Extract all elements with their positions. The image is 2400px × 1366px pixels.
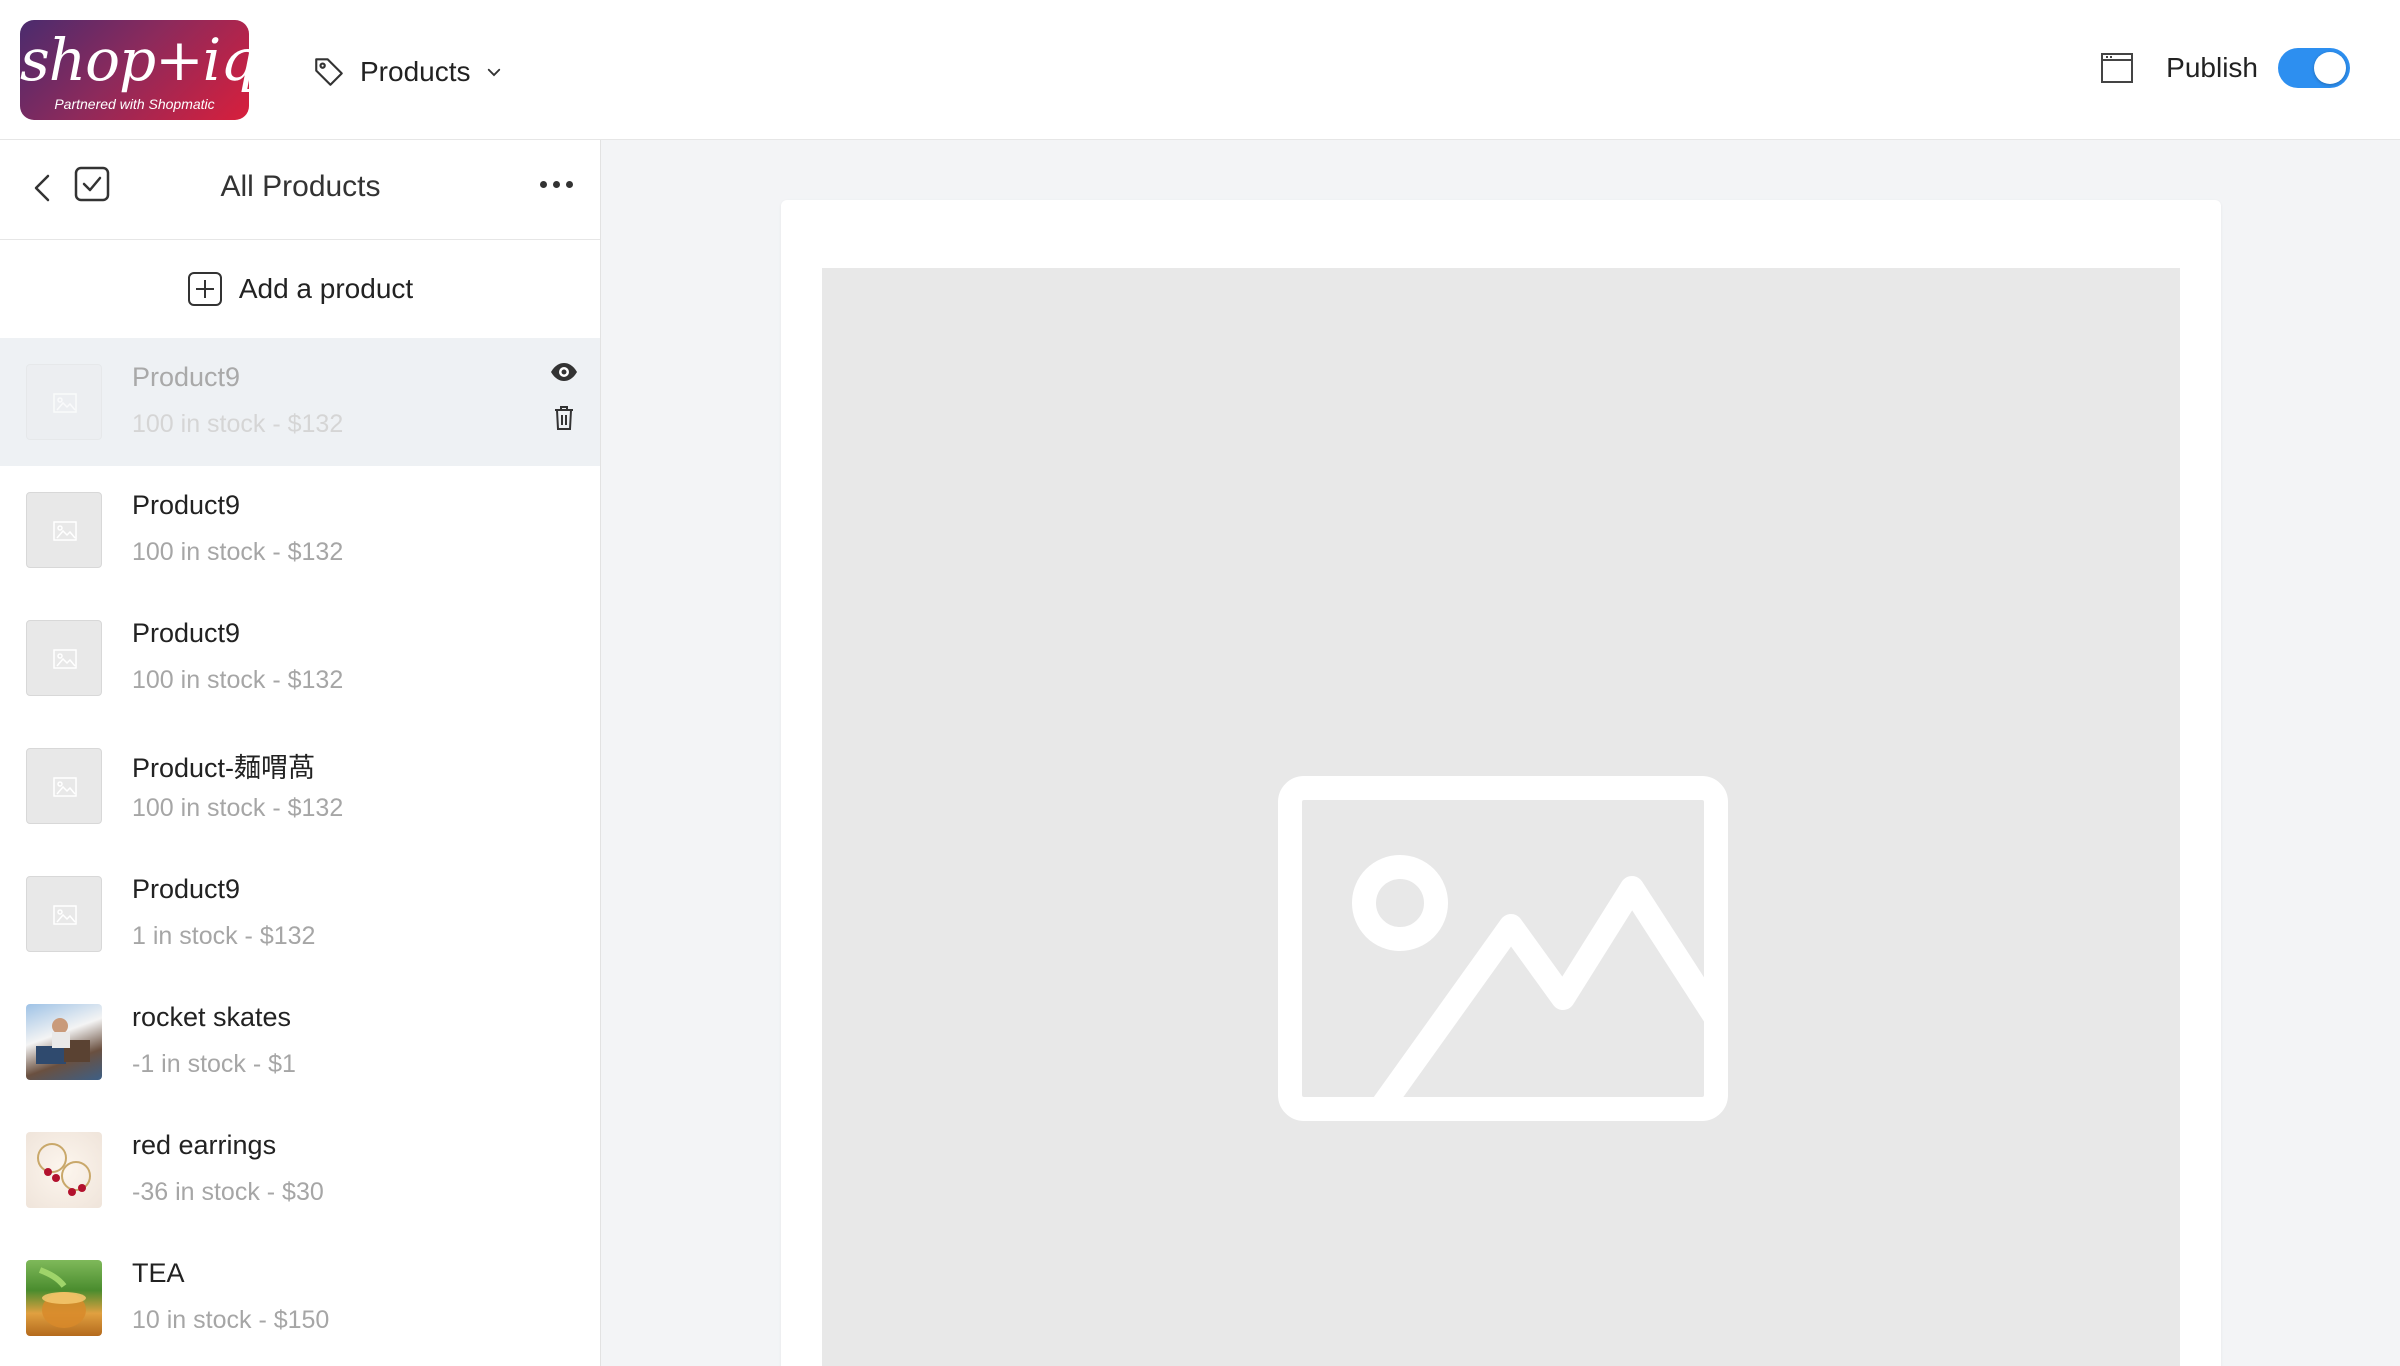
sidebar-title: All Products <box>220 170 381 203</box>
product-stock-price: 100 in stock - $132 <box>132 794 344 822</box>
tag-icon <box>315 58 343 86</box>
product-name: Product-麺喟萵 <box>132 753 316 783</box>
publish-toggle[interactable] <box>2278 48 2350 88</box>
product-list: Product9 100 in stock - $132 Product9 10… <box>0 338 600 1362</box>
image-placeholder-thumbnail <box>26 876 102 952</box>
plus-square-icon <box>187 272 222 306</box>
product-name: TEA <box>132 1258 185 1288</box>
product-stock-price: -36 in stock - $30 <box>132 1178 324 1206</box>
product-name: red earrings <box>132 1130 277 1160</box>
image-placeholder-thumbnail <box>26 364 102 440</box>
product-stock-price: 100 in stock - $132 <box>132 410 344 438</box>
products-nav-label: Products <box>360 56 471 87</box>
product-name: Product9 <box>132 874 241 904</box>
add-product-label: Add a product <box>238 273 414 304</box>
product-stock-price: 100 in stock - $132 <box>132 666 344 694</box>
product-stock-price: 1 in stock - $132 <box>132 922 316 950</box>
image-icon <box>53 649 77 669</box>
product-name: rocket skates <box>132 1002 292 1032</box>
image-placeholder-icon <box>1278 776 1728 1121</box>
publish-controls: Publish <box>2100 44 2350 92</box>
red-earrings-photo <box>26 1132 102 1208</box>
product-row[interactable]: red earrings -36 in stock - $30 <box>0 1106 600 1234</box>
product-row[interactable]: rocket skates -1 in stock - $1 <box>0 978 600 1106</box>
product-name: Product9 <box>132 490 241 520</box>
product-row[interactable]: Product9 100 in stock - $132 <box>0 594 600 722</box>
image-placeholder-thumbnail <box>26 620 102 696</box>
tea-photo <box>26 1260 102 1336</box>
image-placeholder-thumbnail <box>26 748 102 824</box>
image-icon <box>53 905 77 925</box>
logo-wordmark: shop+iq <box>20 26 249 94</box>
more-options-button[interactable] <box>536 164 576 204</box>
product-row[interactable]: Product-麺喟萵 100 in stock - $132 <box>0 722 600 850</box>
browser-preview-icon[interactable] <box>2100 51 2134 85</box>
sidebar-header: All Products <box>0 140 600 240</box>
top-bar: shop+iq Partnered with Shopmatic Product… <box>0 0 2400 140</box>
product-stock-price: 100 in stock - $132 <box>132 538 344 566</box>
eye-icon[interactable] <box>548 356 580 388</box>
dot <box>565 180 573 188</box>
image-placeholder-thumbnail <box>26 492 102 568</box>
product-card <box>781 200 2221 1366</box>
image-icon <box>53 393 77 413</box>
dot <box>539 180 547 188</box>
product-row[interactable]: Product9 100 in stock - $132 <box>0 466 600 594</box>
product-image-dropzone[interactable] <box>822 268 2180 1366</box>
rocket-skates-photo <box>26 1004 102 1080</box>
toggle-knob <box>2314 52 2346 84</box>
product-name: Product9 <box>132 362 241 392</box>
product-row[interactable]: Product9 1 in stock - $132 <box>0 850 600 978</box>
shopiq-logo[interactable]: shop+iq Partnered with Shopmatic <box>20 20 249 120</box>
product-stock-price: 10 in stock - $150 <box>132 1306 330 1334</box>
dot <box>552 180 560 188</box>
product-row[interactable]: TEA 10 in stock - $150 <box>0 1234 600 1362</box>
products-sidebar: All Products Add a product Product9 100 … <box>0 140 601 1366</box>
image-icon <box>53 777 77 797</box>
publish-label: Publish <box>2166 52 2258 83</box>
product-editor-area <box>601 140 2400 1366</box>
chevron-down-icon <box>487 68 500 77</box>
product-stock-price: -1 in stock - $1 <box>132 1050 296 1078</box>
product-row[interactable]: Product9 100 in stock - $132 <box>0 338 600 466</box>
products-nav-dropdown[interactable]: Products <box>312 52 503 92</box>
add-product-button[interactable]: Add a product <box>0 240 600 338</box>
product-name: Product9 <box>132 618 241 648</box>
image-icon <box>53 521 77 541</box>
trash-icon[interactable] <box>548 402 580 434</box>
logo-subtext: Partnered with Shopmatic <box>54 96 215 112</box>
